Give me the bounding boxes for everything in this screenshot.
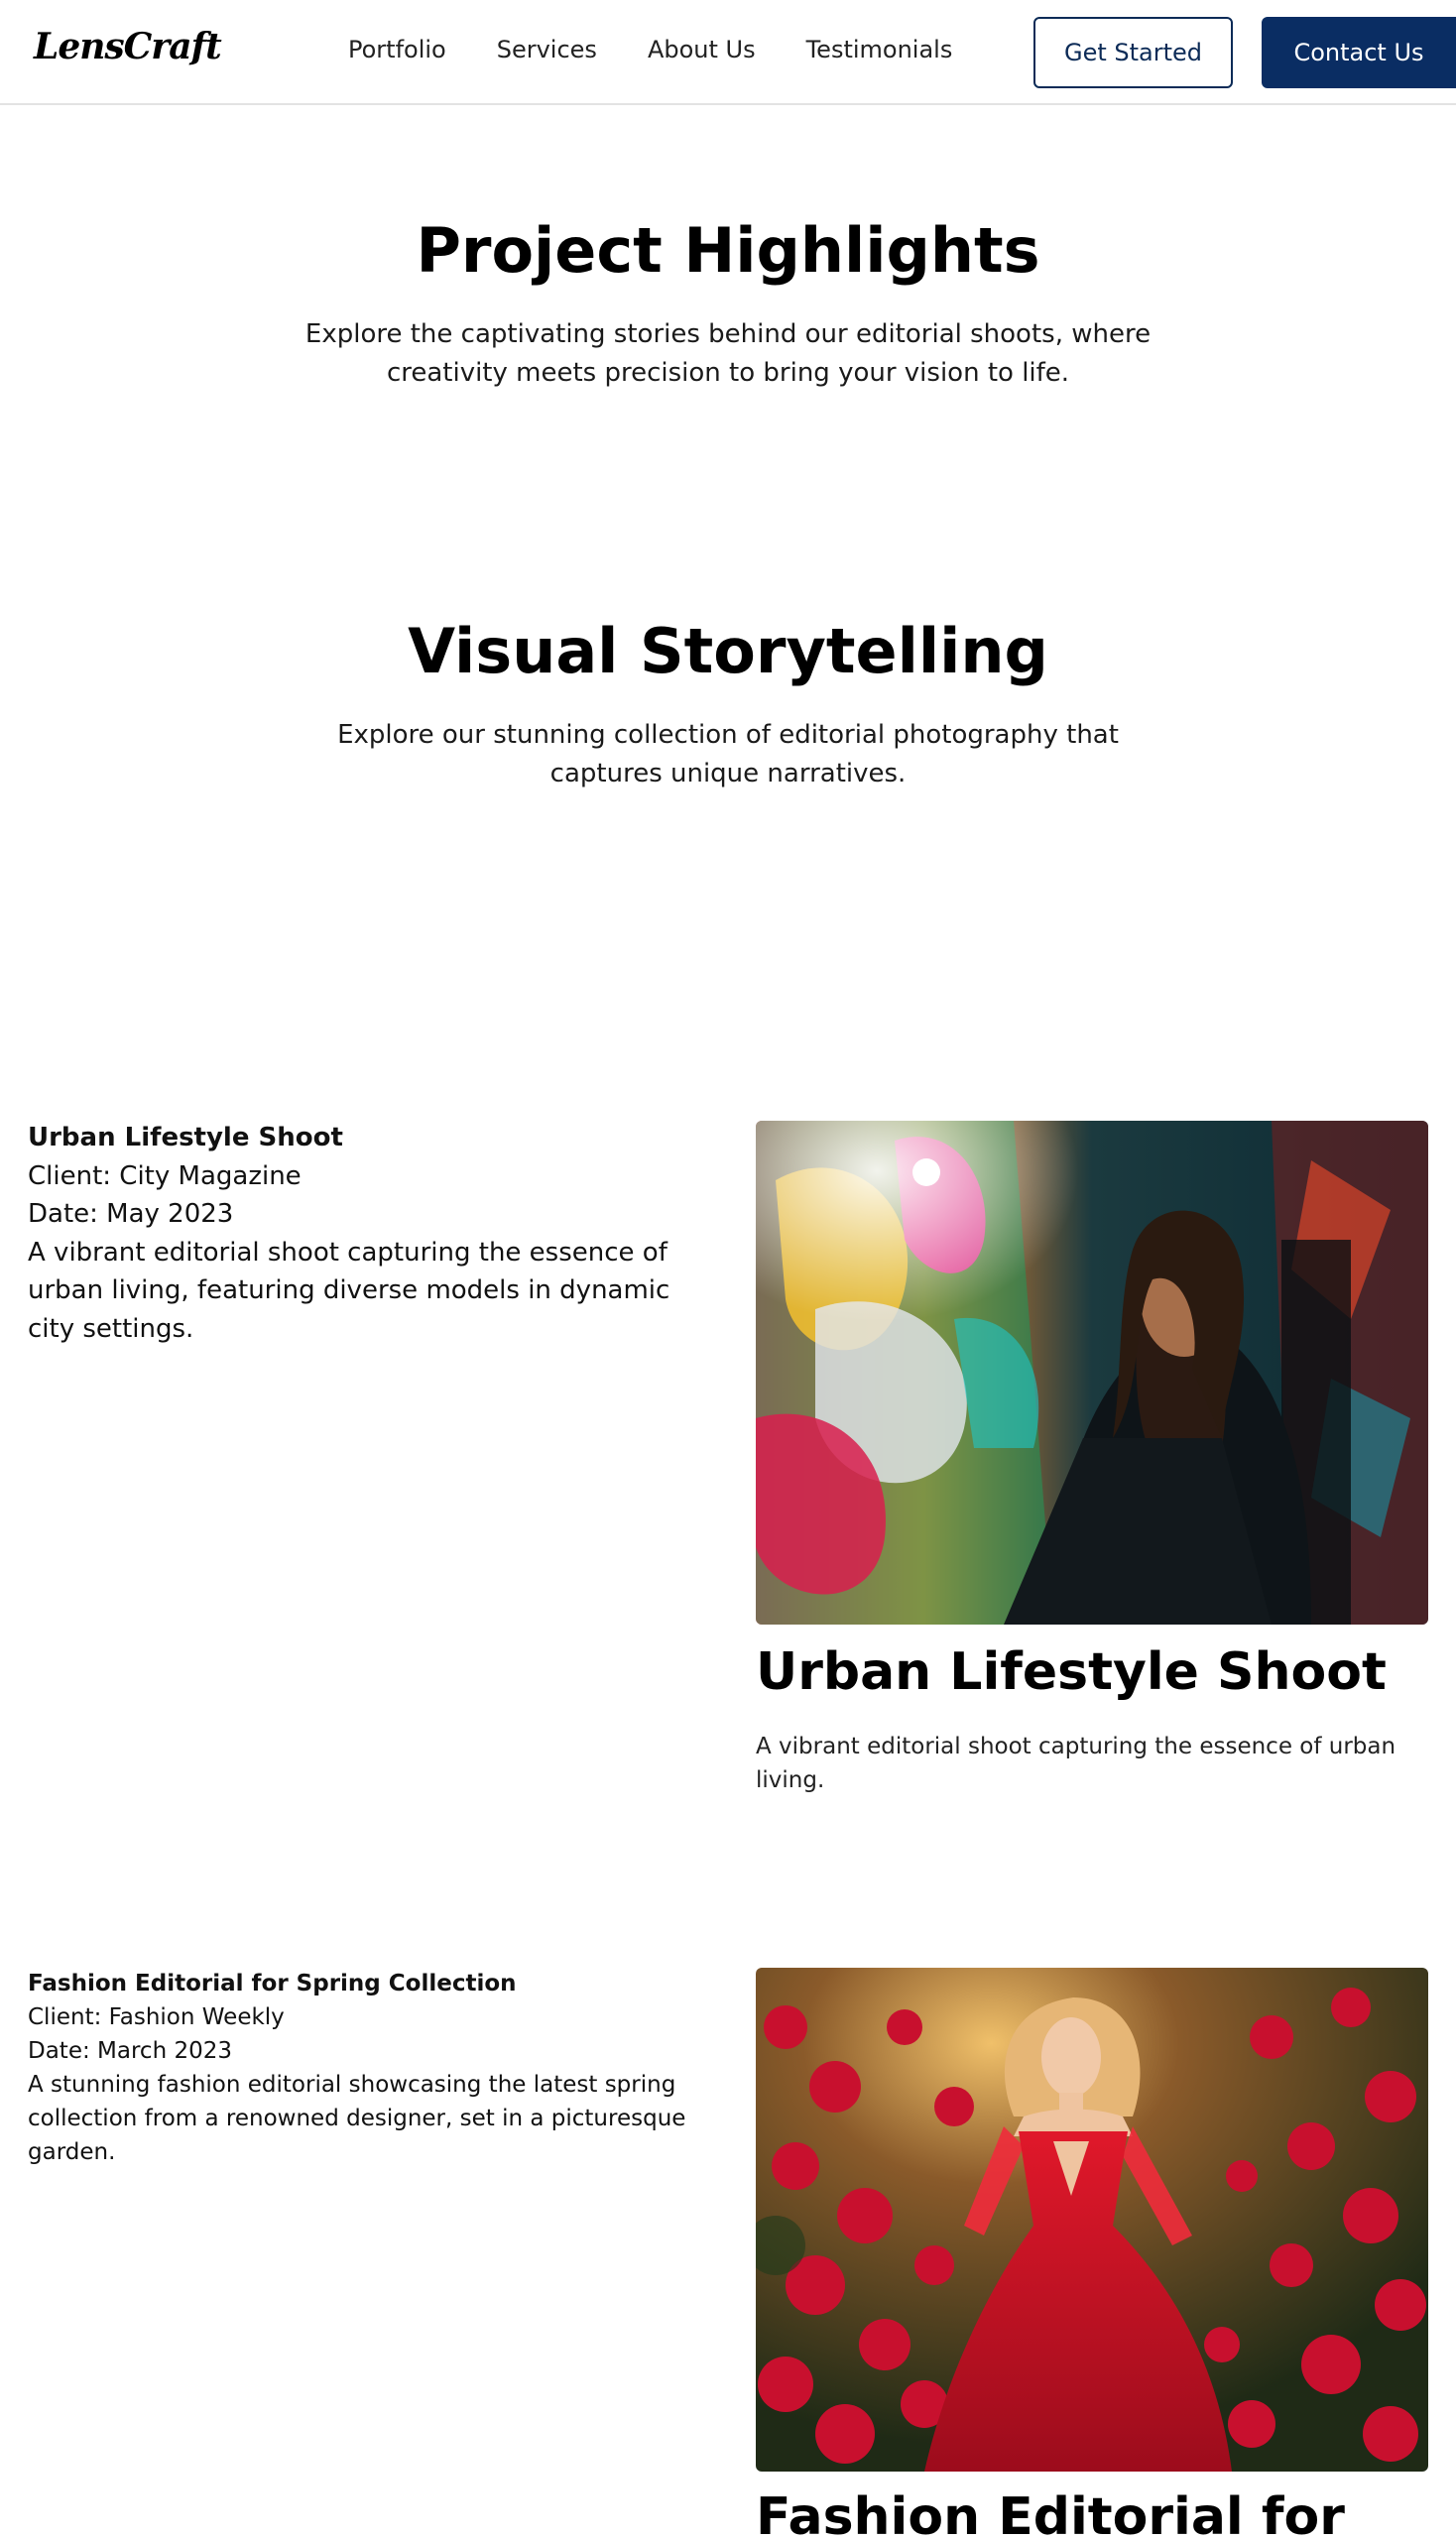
project-client: Client: Fashion Weekly <box>28 2004 285 2030</box>
contact-us-button[interactable]: Contact Us <box>1262 17 1456 88</box>
storytelling-title: Visual Storytelling <box>408 615 1048 687</box>
project-date: Date: May 2023 <box>28 1199 234 1229</box>
top-navbar: LensCraft Portfolio Services About Us Te… <box>0 0 1456 105</box>
project-date: Date: March 2023 <box>28 2038 232 2064</box>
project-name: Fashion Editorial for Spring Collection <box>28 1971 517 1996</box>
nav-link-about-us[interactable]: About Us <box>648 36 756 63</box>
card-title: Urban Lifestyle Shoot <box>756 1642 1387 1702</box>
project-client: Client: City Magazine <box>28 1160 302 1191</box>
fashion-editorial-photo[interactable] <box>756 1968 1428 2472</box>
urban-lifestyle-photo[interactable] <box>756 1121 1428 1625</box>
project-description: A stunning fashion editorial showcasing … <box>28 2072 686 2165</box>
nav-link-testimonials[interactable]: Testimonials <box>806 36 953 63</box>
red-dress-portrait-image <box>756 1968 1428 2472</box>
storytelling-subtitle: Explore our stunning collection of edito… <box>337 720 1119 788</box>
get-started-button[interactable]: Get Started <box>1033 17 1233 88</box>
highlights-title: Project Highlights <box>416 214 1040 287</box>
highlights-subtitle: Explore the captivating stories behind o… <box>304 319 1152 388</box>
card-description: A vibrant editorial shoot capturing the … <box>756 1734 1396 1793</box>
project-name: Urban Lifestyle Shoot <box>28 1123 343 1152</box>
project-details: Urban Lifestyle Shoot Client: City Magaz… <box>28 1119 712 1348</box>
project-description: A vibrant editorial shoot capturing the … <box>28 1237 670 1344</box>
nav-link-portfolio[interactable]: Portfolio <box>348 36 446 63</box>
project-details: Fashion Editorial for Spring Collection … <box>28 1967 712 2169</box>
nav-links: Portfolio Services About Us Testimonials <box>348 36 1003 63</box>
nav-link-services[interactable]: Services <box>497 36 597 63</box>
card-title: Fashion Editorial for <box>756 2487 1345 2539</box>
logo[interactable]: LensCraft <box>34 26 222 67</box>
graffiti-portrait-image <box>756 1121 1428 1625</box>
